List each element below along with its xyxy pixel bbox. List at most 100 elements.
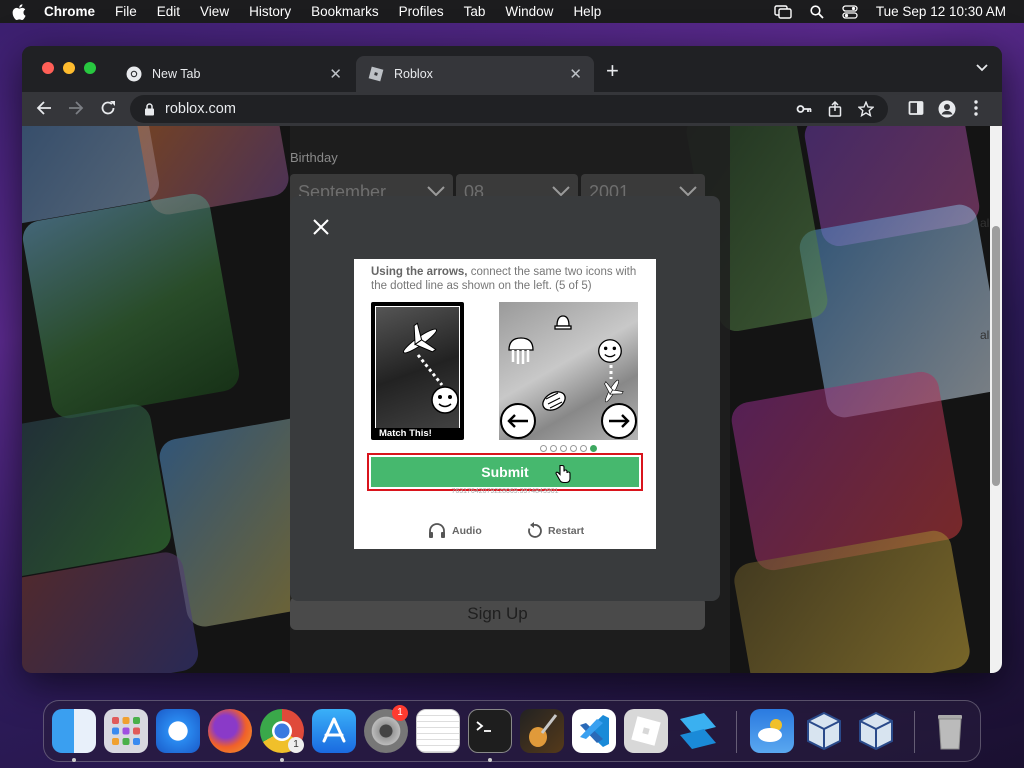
share-icon[interactable] xyxy=(828,101,842,117)
running-indicator xyxy=(72,758,76,762)
app-store-icon[interactable] xyxy=(312,709,356,753)
new-tab-button[interactable]: + xyxy=(606,60,619,82)
dock-separator xyxy=(914,711,915,753)
finder-icon[interactable] xyxy=(52,709,96,753)
scrollbar-thumb[interactable] xyxy=(992,226,1000,486)
back-arrow-icon[interactable] xyxy=(36,100,52,116)
progress-dot xyxy=(550,445,557,452)
firefox-icon[interactable] xyxy=(208,709,252,753)
window-controls xyxy=(42,62,96,74)
virtualbox-vm-icon[interactable] xyxy=(854,709,898,753)
macos-menubar: Chrome File Edit View History Bookmarks … xyxy=(0,0,1024,23)
trash-icon[interactable] xyxy=(928,709,972,753)
safari-icon[interactable] xyxy=(156,709,200,753)
arrow-right-button[interactable] xyxy=(601,403,637,439)
menu-app-name[interactable]: Chrome xyxy=(44,4,95,19)
roblox-studio-icon[interactable] xyxy=(676,709,720,753)
tab-new-tab[interactable]: New Tab ✕ xyxy=(114,56,354,92)
menubar-clock[interactable]: Tue Sep 12 10:30 AM xyxy=(876,4,1006,19)
menu-edit[interactable]: Edit xyxy=(157,4,180,19)
smiley-face-icon xyxy=(431,386,459,414)
app-store-a-icon xyxy=(322,717,346,743)
tab-strip: New Tab ✕ Roblox ✕ + xyxy=(22,46,1002,92)
launchpad-icon[interactable] xyxy=(104,709,148,753)
reload-icon[interactable] xyxy=(100,100,116,116)
reference-image-frame xyxy=(375,306,460,436)
lock-icon[interactable] xyxy=(144,102,155,116)
hand-pointer-cursor-icon xyxy=(555,464,571,484)
textedit-icon[interactable] xyxy=(416,709,460,753)
menu-tab[interactable]: Tab xyxy=(464,4,486,19)
profile-avatar-icon[interactable] xyxy=(938,100,956,118)
terminal-prompt-icon xyxy=(476,721,491,732)
puzzle-image xyxy=(499,302,638,440)
virtualbox-cube-icon xyxy=(807,711,841,751)
dock-separator xyxy=(736,711,737,753)
settings-badge: 1 xyxy=(392,705,408,721)
captcha-modal: Using the arrows, connect the same two i… xyxy=(290,196,720,601)
submit-button[interactable]: Submit xyxy=(371,457,639,487)
tab-title: Roblox xyxy=(394,67,433,81)
captcha-challenge: Using the arrows, connect the same two i… xyxy=(354,259,656,549)
session-id: 76317642079228069.3974843901 xyxy=(451,488,559,495)
submit-label: Submit xyxy=(481,464,529,480)
progress-dot xyxy=(560,445,567,452)
tab-roblox[interactable]: Roblox ✕ xyxy=(356,56,594,92)
macos-dock: 1 1 xyxy=(43,700,981,762)
progress-dot xyxy=(580,445,587,452)
menu-file[interactable]: File xyxy=(115,4,137,19)
control-center-icon[interactable] xyxy=(842,4,858,19)
roblox-logo-icon xyxy=(631,716,661,746)
minimize-window-button[interactable] xyxy=(63,62,75,74)
virtualbox-icon[interactable] xyxy=(802,709,846,753)
url-text[interactable]: roblox.com xyxy=(165,101,236,117)
side-panel-icon[interactable] xyxy=(908,100,924,116)
vscode-logo-icon xyxy=(580,715,609,747)
key-icon[interactable] xyxy=(796,101,812,117)
tab-title: New Tab xyxy=(152,67,201,81)
menu-bookmarks[interactable]: Bookmarks xyxy=(311,4,379,19)
arrow-left-button[interactable] xyxy=(500,403,536,439)
address-bar[interactable]: roblox.com xyxy=(130,95,888,123)
chrome-icon xyxy=(126,66,142,82)
arrow-left-icon xyxy=(507,414,528,428)
more-menu-icon[interactable] xyxy=(974,100,978,116)
close-tab-icon[interactable]: ✕ xyxy=(329,65,342,83)
page-scrollbar[interactable] xyxy=(990,126,1002,673)
progress-dot-active xyxy=(590,445,597,452)
garageband-icon[interactable] xyxy=(520,709,564,753)
restart-icon xyxy=(528,522,542,538)
bookmark-star-icon[interactable] xyxy=(858,101,874,117)
roblox-dock-icon[interactable] xyxy=(624,709,668,753)
menu-window[interactable]: Window xyxy=(505,4,553,19)
progress-dot xyxy=(570,445,577,452)
bell-icon xyxy=(554,315,572,330)
tab-search-chevron-icon[interactable] xyxy=(976,64,988,72)
menu-history[interactable]: History xyxy=(249,4,291,19)
audio-label: Audio xyxy=(452,524,482,537)
trash-can-icon xyxy=(938,715,962,750)
menu-help[interactable]: Help xyxy=(573,4,601,19)
virtualbox-cube-icon xyxy=(859,711,893,751)
sign-up-button[interactable]: Sign Up xyxy=(290,597,705,630)
close-icon[interactable] xyxy=(312,218,330,236)
close-tab-icon[interactable]: ✕ xyxy=(569,65,582,83)
running-indicator xyxy=(488,758,492,762)
spotlight-search-icon[interactable] xyxy=(810,4,824,19)
arrow-right-icon xyxy=(609,414,630,428)
birthday-label: Birthday xyxy=(290,150,338,165)
terminal-icon[interactable] xyxy=(468,709,512,753)
apple-logo-icon[interactable] xyxy=(12,3,26,20)
forward-arrow-icon[interactable] xyxy=(68,100,84,116)
weather-icon[interactable] xyxy=(750,709,794,753)
vscode-icon[interactable] xyxy=(572,709,616,753)
menu-profiles[interactable]: Profiles xyxy=(399,4,444,19)
restart-button[interactable]: Restart xyxy=(526,522,584,539)
roblox-page: Birthday September 08 2001 Sign Up Using… xyxy=(22,126,990,673)
zoom-window-button[interactable] xyxy=(84,62,96,74)
menu-view[interactable]: View xyxy=(200,4,229,19)
close-window-button[interactable] xyxy=(42,62,54,74)
offscreen-text: al xyxy=(980,216,990,230)
screen-mirroring-icon[interactable] xyxy=(774,4,792,19)
audio-button[interactable]: Audio xyxy=(428,522,482,539)
